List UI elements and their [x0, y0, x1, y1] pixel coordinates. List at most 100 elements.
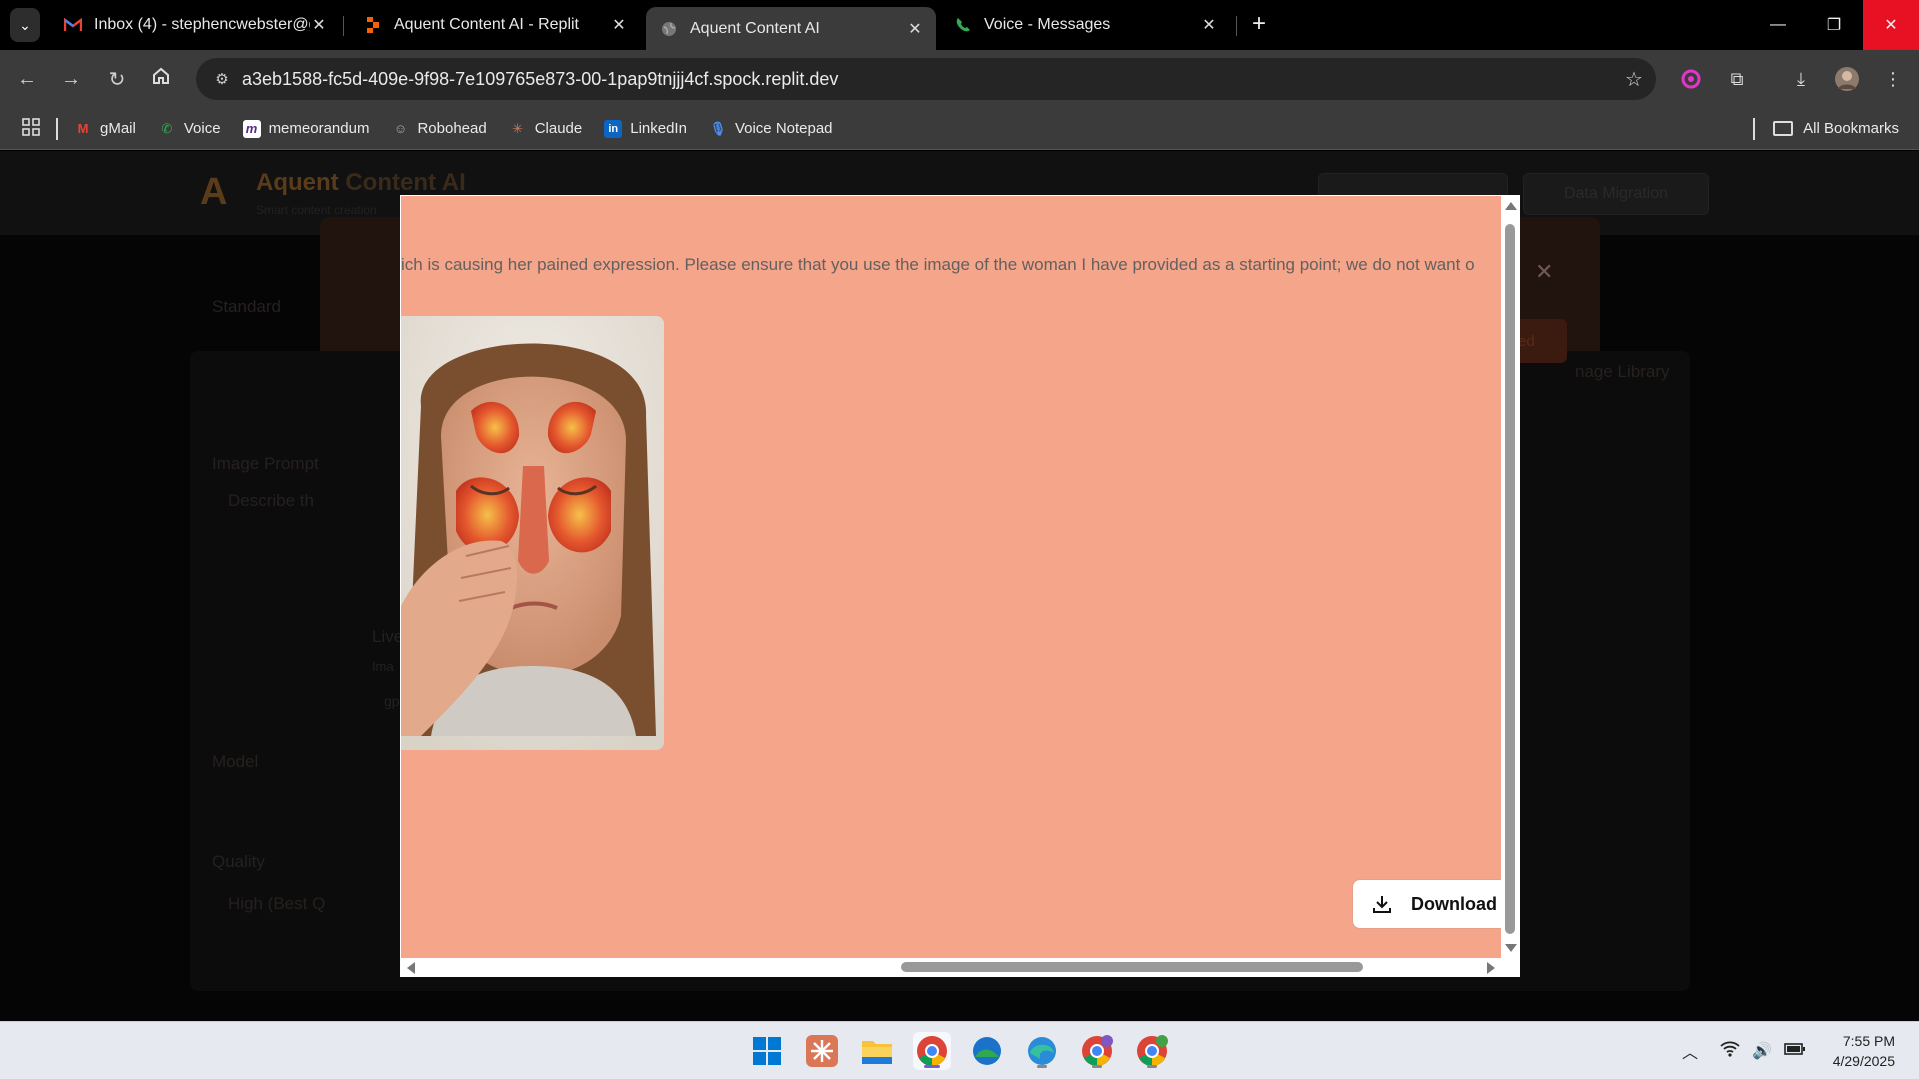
running-indicator: [1147, 1065, 1157, 1068]
data-migration-button[interactable]: Data Migration: [1523, 173, 1709, 215]
image-library-tab[interactable]: nage Library: [1575, 362, 1670, 382]
tab-voice[interactable]: Voice - Messages ✕: [940, 7, 1230, 43]
close-icon: ✕: [1884, 17, 1898, 34]
replit-icon: [364, 16, 382, 34]
reload-button[interactable]: ↻: [102, 64, 132, 94]
robohead-icon: ☺: [393, 121, 408, 136]
tab-replit[interactable]: Aquent Content AI - Replit ✕: [350, 7, 640, 43]
taskbar-claude[interactable]: [803, 1032, 841, 1070]
download-icon[interactable]: ⤓: [1786, 64, 1816, 94]
chrome-icon: [917, 1036, 947, 1066]
bookmark-label: Claude: [534, 120, 583, 137]
vertical-scroll-thumb[interactable]: [1505, 224, 1515, 934]
tab-separator: [343, 16, 344, 36]
clock-time: 7:55 PM: [1842, 1033, 1895, 1049]
taskbar-file-explorer[interactable]: [858, 1032, 896, 1070]
all-bookmarks[interactable]: All Bookmarks: [1753, 117, 1899, 140]
restore-icon: ❐: [1826, 17, 1842, 34]
site-settings-icon[interactable]: ⚙: [202, 70, 242, 88]
close-icon[interactable]: ✕: [610, 15, 628, 35]
url-text[interactable]: a3eb1588-fc5d-409e-9f98-7e109765e873-00-…: [242, 69, 1612, 90]
chrome-icon: [1082, 1035, 1113, 1066]
bookmark-separator: [56, 117, 58, 140]
browser-tab-strip: ⌄ Inbox (4) - stephencwebster@g ✕ Aquent…: [0, 0, 1919, 50]
system-tray: ︿ 🔊: [1682, 1022, 1806, 1079]
horizontal-scrollbar[interactable]: [401, 958, 1501, 976]
mic-icon: 🎙: [709, 120, 727, 136]
windows-icon: [753, 1037, 781, 1065]
scroll-up-icon[interactable]: [1505, 202, 1517, 210]
apps-grid-icon: [22, 117, 40, 140]
voice-icon: ✆: [161, 120, 173, 136]
scroll-down-icon[interactable]: [1505, 944, 1517, 952]
prompt-placeholder: Describe th: [228, 491, 314, 510]
tab-aquent-active[interactable]: Aquent Content AI ✕: [646, 7, 936, 50]
vertical-scrollbar[interactable]: [1501, 196, 1519, 958]
bookmark-linkedin[interactable]: in LinkedIn: [604, 119, 687, 138]
bookmark-star-icon[interactable]: ☆: [1612, 67, 1656, 92]
gmail-icon: [64, 16, 82, 34]
quality-select[interactable]: High (Best Q: [228, 894, 325, 914]
taskbar-clock[interactable]: 7:55 PM 4/29/2025: [1833, 1031, 1895, 1071]
chevron-up-icon[interactable]: ︿: [1682, 1039, 1698, 1063]
bookmark-memeorandum[interactable]: m memeorandum: [242, 119, 369, 138]
extension-record-icon[interactable]: [1676, 64, 1706, 94]
taskbar-photos[interactable]: [968, 1032, 1006, 1070]
start-button[interactable]: [748, 1032, 786, 1070]
taskbar-edge[interactable]: [1023, 1032, 1061, 1070]
battery-icon[interactable]: [1784, 1042, 1806, 1061]
extensions-icon[interactable]: ⧉: [1722, 64, 1752, 94]
plus-icon: +: [1251, 10, 1266, 37]
minimize-button[interactable]: —: [1750, 0, 1806, 50]
running-indicator: [1092, 1065, 1102, 1068]
taskbar-chrome-profile-3[interactable]: [1133, 1032, 1171, 1070]
menu-icon[interactable]: ⋮: [1878, 64, 1908, 94]
volume-icon[interactable]: 🔊: [1752, 1041, 1772, 1061]
bookmark-voice[interactable]: ✆ Voice: [158, 120, 220, 138]
close-icon[interactable]: ✕: [906, 19, 924, 39]
new-tab-button[interactable]: +: [1245, 10, 1273, 38]
close-icon[interactable]: ✕: [1200, 15, 1218, 35]
forward-button[interactable]: →: [56, 64, 86, 94]
memeorandum-icon: m: [242, 119, 261, 138]
reload-icon: ↻: [108, 68, 126, 91]
apps-button[interactable]: [22, 117, 40, 140]
taskbar-chrome[interactable]: [913, 1032, 951, 1070]
home-button[interactable]: [146, 64, 176, 94]
scroll-left-icon[interactable]: [407, 962, 415, 974]
windows-taskbar: ︿ 🔊 7:55 PM 4/29/2025: [0, 1021, 1919, 1079]
restore-button[interactable]: ❐: [1806, 0, 1862, 50]
tab-title: Voice - Messages: [984, 16, 1111, 33]
bookmark-separator: [1753, 117, 1756, 140]
tab-title: Aquent Content AI: [690, 19, 820, 37]
tab-separator: [1236, 16, 1237, 36]
back-button[interactable]: ←: [12, 64, 42, 94]
claude-icon: ✳: [512, 120, 524, 136]
taskbar-chrome-profile-2[interactable]: [1078, 1032, 1116, 1070]
standard-tab[interactable]: Standard: [212, 297, 281, 317]
address-bar[interactable]: ⚙ a3eb1588-fc5d-409e-9f98-7e109765e873-0…: [196, 58, 1656, 100]
tab-gmail[interactable]: Inbox (4) - stephencwebster@g ✕: [50, 7, 340, 43]
app-title-part2: Content AI: [338, 169, 466, 196]
close-icon[interactable]: ✕: [1535, 259, 1553, 285]
avatar[interactable]: [1832, 64, 1862, 94]
modal-scroll-area[interactable]: ich is causing her pained expression. Pl…: [401, 196, 1501, 958]
close-icon[interactable]: ✕: [310, 15, 328, 35]
bookmark-voice-notepad[interactable]: 🎙 Voice Notepad: [709, 120, 833, 138]
image-prompt-label: Image Prompt: [212, 454, 319, 473]
minimize-icon: —: [1770, 16, 1786, 33]
bookmark-gmail[interactable]: M gMail: [74, 120, 136, 138]
wifi-icon[interactable]: [1720, 1041, 1740, 1062]
bookmark-claude[interactable]: ✳ Claude: [509, 120, 583, 138]
prompt-text: ich is causing her pained expression. Pl…: [401, 255, 1475, 274]
download-button[interactable]: Download: [1352, 879, 1501, 929]
horizontal-scroll-thumb[interactable]: [901, 962, 1363, 972]
globe-icon: [660, 20, 678, 38]
window-close-button[interactable]: ✕: [1863, 0, 1919, 50]
app-title: Aquent Content AI: [256, 169, 466, 197]
scroll-right-icon[interactable]: [1487, 962, 1495, 974]
bookmark-label: LinkedIn: [630, 120, 687, 137]
tab-search-button[interactable]: ⌄: [10, 8, 40, 42]
app-logo: A: [200, 171, 228, 213]
bookmark-robohead[interactable]: ☺ Robohead: [391, 120, 487, 138]
